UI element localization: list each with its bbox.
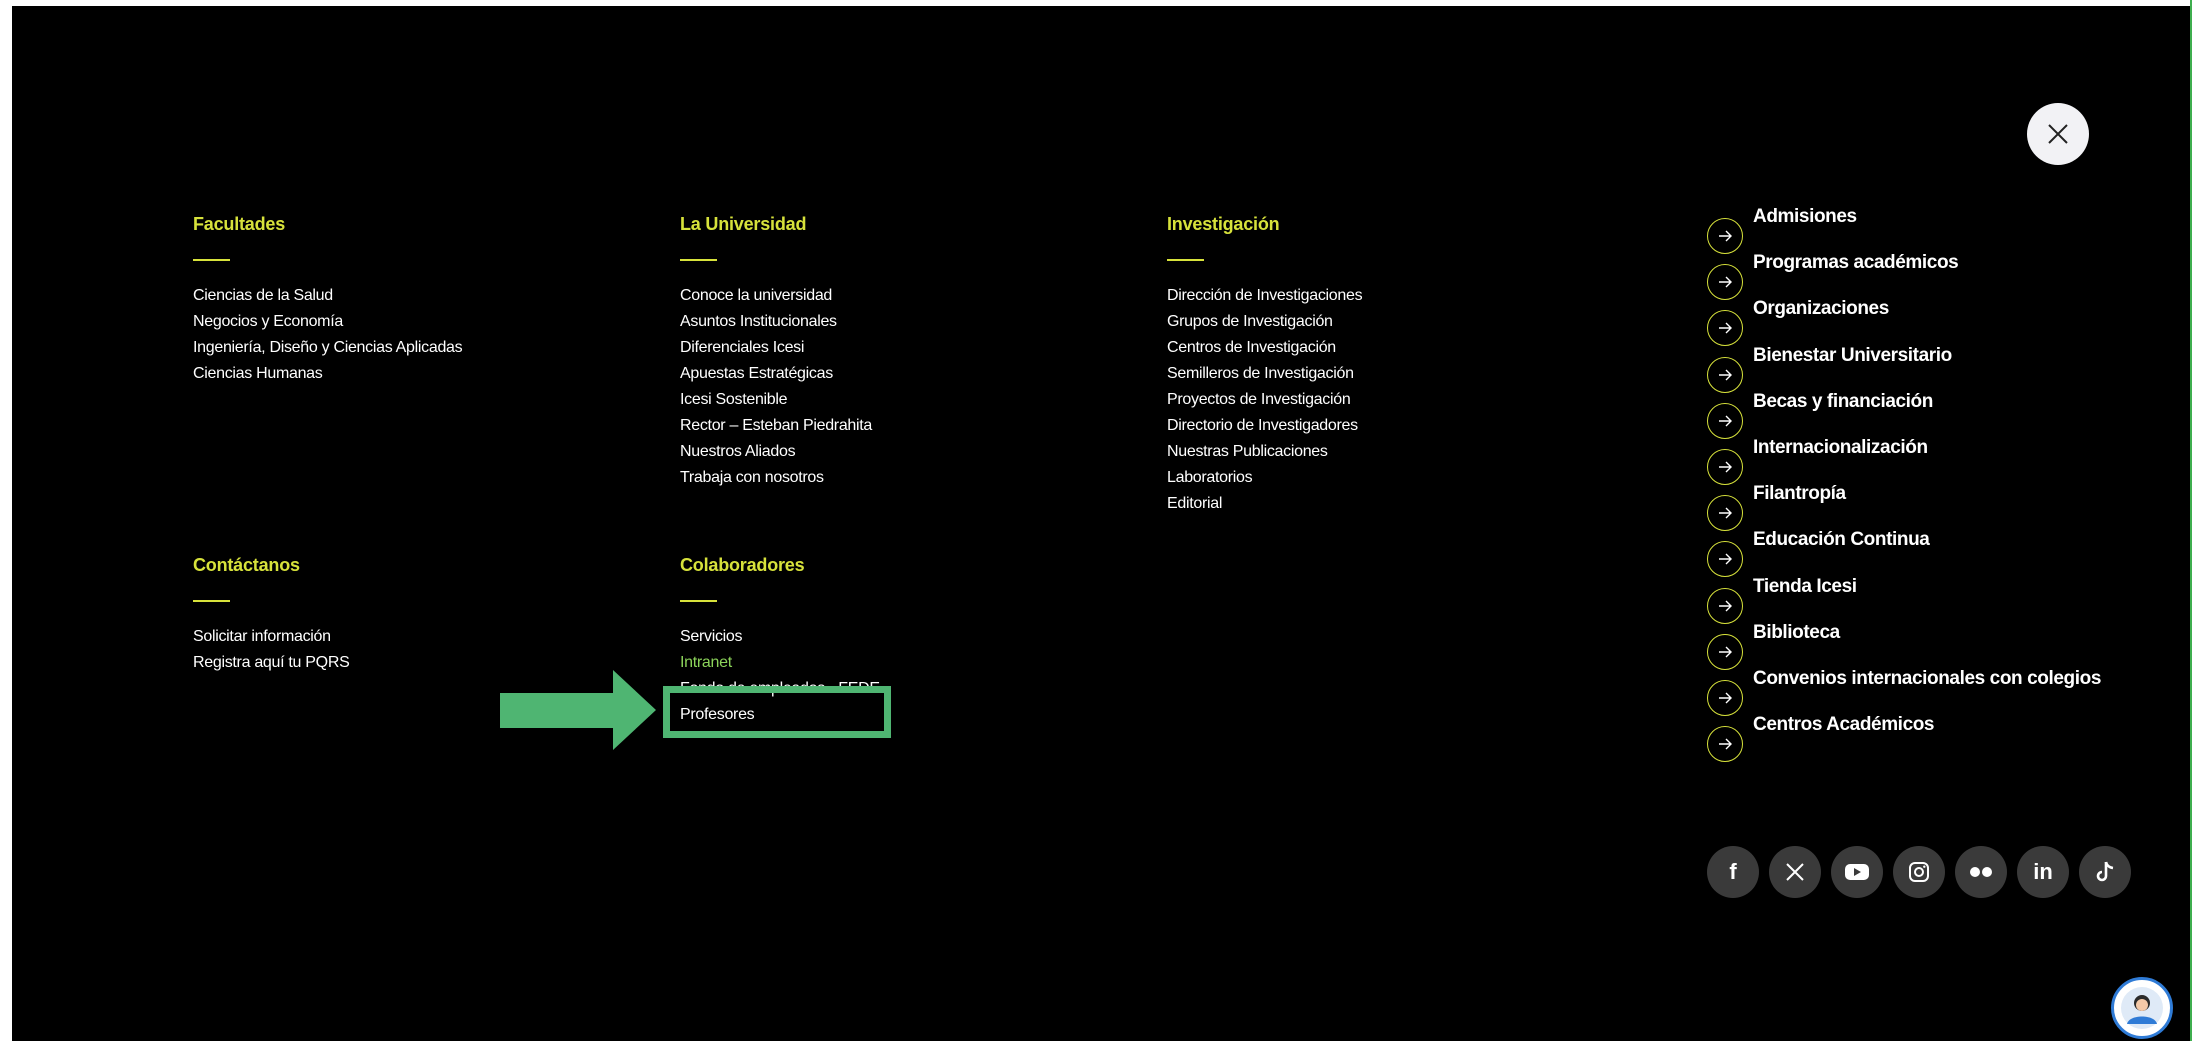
quick-link-becas[interactable]: Becas y financiación [1707,390,2101,439]
universidad-link[interactable]: Diferenciales Icesi [680,335,872,361]
investigacion-link[interactable]: Directorio de Investigadores [1167,413,1362,439]
universidad-link[interactable]: Apuestas Estratégicas [680,361,872,387]
quick-link-label: Organizaciones [1753,298,1889,320]
quick-link-label: Convenios internacionales con colegios [1753,667,2101,689]
arrow-right-icon [1707,495,1743,532]
quick-link-convenios[interactable]: Convenios internacionales con colegios [1707,667,2101,716]
universidad-divider [680,259,717,261]
universidad-title: La Universidad [680,214,807,234]
colaboradores-link-intranet[interactable]: Intranet [680,650,880,676]
quick-link-label: Bienestar Universitario [1753,344,1952,366]
arrow-right-icon [1707,633,1743,670]
facultades-link[interactable]: Ingeniería, Diseño y Ciencias Aplicadas [193,335,463,361]
arrow-right-icon [1707,541,1743,578]
universidad-link[interactable]: Icesi Sostenible [680,387,872,413]
close-button[interactable] [2027,103,2089,165]
facebook-glyph: f [1729,859,1737,884]
contactanos-list: Solicitar información Registra aquí tu P… [193,624,350,676]
arrow-right-icon [1707,402,1743,439]
contactanos-link[interactable]: Registra aquí tu PQRS [193,650,350,676]
quick-link-centros[interactable]: Centros Académicos [1707,714,2101,763]
universidad-link[interactable]: Nuestros Aliados [680,439,872,465]
investigacion-list: Dirección de Investigaciones Grupos de I… [1167,283,1363,517]
quick-link-biblioteca[interactable]: Biblioteca [1707,621,2101,670]
quick-link-internacionalizacion[interactable]: Internacionalización [1707,436,2101,485]
investigacion-divider [1167,259,1204,261]
quick-link-tienda[interactable]: Tienda Icesi [1707,575,2101,624]
arrow-right-icon [1707,448,1743,485]
arrow-right-icon [1707,679,1743,716]
contactanos-link[interactable]: Solicitar información [193,624,349,650]
quick-link-label: Centros Académicos [1753,714,1935,736]
investigacion-link[interactable]: Laboratorios [1167,465,1362,491]
arrow-right-icon [1707,587,1743,624]
chat-assistant-avatar[interactable] [2111,977,2173,1039]
quick-link-label: Filantropía [1753,483,1846,505]
arrow-right-icon [1707,726,1743,763]
facultades-divider [193,259,230,261]
menu-overlay: Facultades Ciencias de la Salud Negocios… [12,6,2190,1041]
quick-link-label: Tienda Icesi [1753,575,1857,597]
investigacion-link[interactable]: Centros de Investigación [1167,335,1362,361]
colaboradores-link-profesores[interactable]: Profesores [680,702,880,728]
quick-link-organizaciones[interactable]: Organizaciones [1707,298,2101,347]
quick-link-label: Biblioteca [1753,621,1840,643]
contactanos-divider [193,600,230,602]
arrow-right-icon [1707,264,1743,301]
colaboradores-title: Colaboradores [680,555,805,575]
arrow-right-icon [1707,218,1743,254]
universidad-link[interactable]: Asuntos Institucionales [680,309,872,335]
quick-link-label: Admisiones [1753,206,1857,227]
arrow-right-icon [1707,310,1743,347]
arrow-right-icon [1707,356,1743,393]
investigacion-link[interactable]: Editorial [1167,491,1362,517]
quick-link-bienestar[interactable]: Bienestar Universitario [1707,344,2101,393]
investigacion-link[interactable]: Dirección de Investigaciones [1167,283,1363,309]
x-icon[interactable] [1769,846,1821,898]
quick-link-filantropia[interactable]: Filantropía [1707,483,2101,532]
window-edge [2190,0,2192,1041]
universidad-list: Conoce la universidad Asuntos Institucio… [680,283,872,491]
close-icon [2048,124,2068,144]
facultades-link[interactable]: Negocios y Economía [193,309,462,335]
instagram-icon[interactable] [1893,846,1945,898]
colaboradores-list: Servicios Intranet Fondo de empleados - … [680,624,880,728]
investigacion-link[interactable]: Proyectos de Investigación [1167,387,1362,413]
investigacion-link[interactable]: Semilleros de Investigación [1167,361,1362,387]
linkedin-glyph: in [2033,859,2053,884]
colaboradores-link-fondo[interactable]: Fondo de empleados - FEDE [680,676,880,702]
youtube-icon[interactable] [1831,846,1883,898]
quick-link-educacion[interactable]: Educación Continua [1707,529,2101,578]
quick-link-admisiones[interactable]: Admisiones [1707,206,2101,254]
quick-link-programas[interactable]: Programas académicos [1707,252,2101,301]
linkedin-icon[interactable]: in [2017,846,2069,898]
facultades-list: Ciencias de la Salud Negocios y Economía… [193,283,463,387]
facultades-link[interactable]: Ciencias Humanas [193,361,462,387]
quick-link-label: Becas y financiación [1753,390,1933,412]
quick-link-label: Internacionalización [1753,436,1928,458]
universidad-link[interactable]: Trabaja con nosotros [680,465,872,491]
facebook-icon[interactable]: f [1707,846,1759,898]
facultades-link[interactable]: Ciencias de la Salud [193,283,462,309]
quick-links-list: Admisiones Programas académicos Organiza… [1707,206,2101,763]
colaboradores-link-servicios[interactable]: Servicios [680,624,880,650]
tiktok-icon[interactable] [2079,846,2131,898]
quick-link-label: Programas académicos [1753,252,1959,274]
social-links: f in [1707,846,2141,898]
colaboradores-divider [680,600,717,602]
annotation-arrow-icon [500,670,656,750]
contactanos-title: Contáctanos [193,555,300,575]
investigacion-link[interactable]: Nuestras Publicaciones [1167,439,1362,465]
facultades-title: Facultades [193,214,286,234]
flickr-icon[interactable] [1955,846,2007,898]
investigacion-link[interactable]: Grupos de Investigación [1167,309,1362,335]
universidad-link[interactable]: Rector – Esteban Piedrahita [680,413,872,439]
investigacion-title: Investigación [1167,214,1280,234]
quick-link-label: Educación Continua [1753,529,1930,551]
universidad-link[interactable]: Conoce la universidad [680,283,872,309]
